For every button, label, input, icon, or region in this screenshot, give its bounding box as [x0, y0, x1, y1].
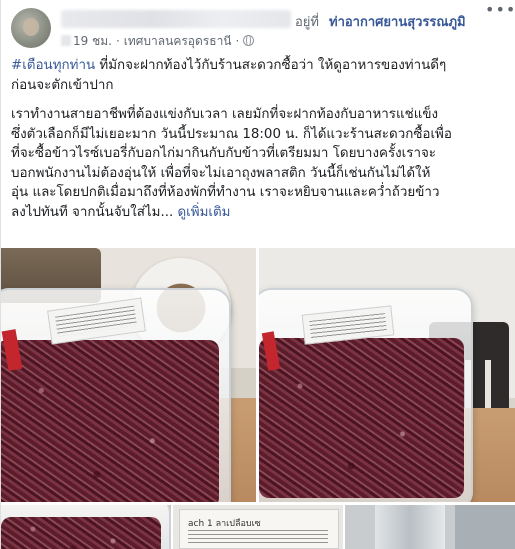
globe-icon[interactable]	[243, 34, 255, 46]
post-time[interactable]: 19 ชม.	[73, 34, 112, 48]
redacted-fragment	[61, 35, 71, 46]
photo-rice-container-2[interactable]	[259, 248, 515, 502]
package-label-text: ach 1 ลาเปลือบเซ	[188, 519, 261, 529]
hashtag-link[interactable]: #เตือนทุกท่าน	[11, 58, 95, 73]
photo-rice-container-1[interactable]	[1, 248, 256, 502]
post-header: อยู่ที่ ท่าอากาศยานสุวรรณภูมิ ••• 19 ชม.…	[11, 2, 515, 50]
photo-package-label[interactable]: ach 1 ลาเปลือบเซ	[173, 505, 343, 549]
post-text: #เตือนทุกท่าน ที่มักจะฝากท้องไว้กับร้านส…	[11, 56, 509, 222]
post-paragraph: #เตือนทุกท่าน ที่มักจะฝากท้องไว้กับร้านส…	[11, 58, 447, 93]
avatar-photo	[23, 18, 39, 36]
checkin-place-link[interactable]: ท่าอากาศยานสุวรรณภูมิ	[329, 11, 466, 32]
photo-third-item[interactable]	[345, 505, 515, 549]
facebook-post: อยู่ที่ ท่าอากาศยานสุวรรณภูมิ ••• 19 ชม.…	[0, 0, 515, 549]
post-paragraph: เราทำงานสายอาชีพที่ต้องแข่งกับเวลา เลยมั…	[11, 107, 452, 220]
post-meta: 19 ชม. · เทศบาลนครอุดรธานี ·	[61, 32, 255, 48]
photo-grid: ach 1 ลาเปลือบเซ	[1, 248, 515, 549]
more-options-button[interactable]: •••	[485, 2, 515, 22]
header-line: อยู่ที่ ท่าอากาศยานสุวรรณภูมิ	[61, 10, 481, 30]
avatar[interactable]	[11, 8, 51, 48]
at-location-label: อยู่ที่	[295, 15, 319, 30]
see-more-link[interactable]: ดูเพิ่มเติม	[177, 205, 230, 220]
photo-rice-closeup[interactable]	[1, 505, 171, 549]
post-location[interactable]: เทศบาลนครอุดรธานี	[124, 34, 232, 48]
